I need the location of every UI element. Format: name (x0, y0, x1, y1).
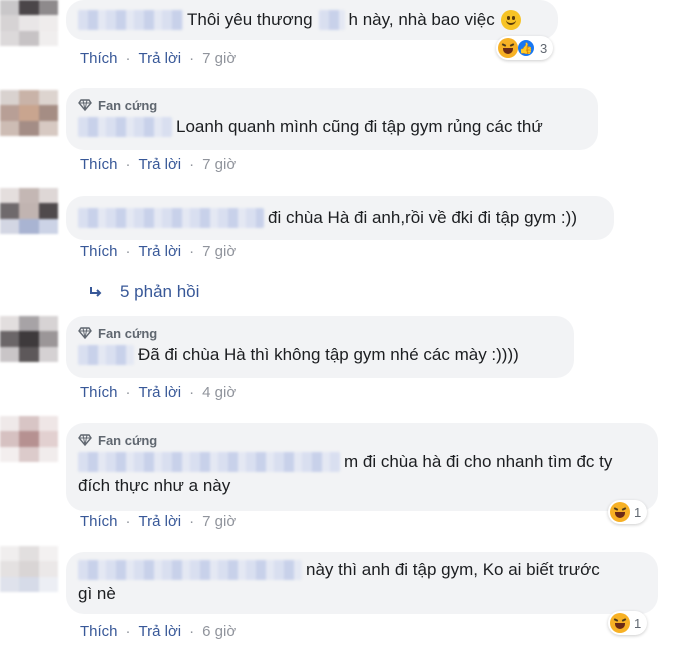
separator: · (189, 384, 195, 401)
comment-text: Đã đi chùa Hà thì không tập gym nhé các … (138, 345, 519, 364)
comment-bubble: Thôi yêu thương h này, nhà bao việc (66, 0, 558, 40)
fan-badge: Fan cứng (78, 323, 562, 343)
comment-text-line1: này thì anh đi tập gym, Ko ai biết trước (306, 560, 600, 579)
separator: · (125, 243, 131, 260)
reaction-summary[interactable]: 1 (608, 611, 648, 635)
reply-link[interactable]: Trả lời (139, 384, 182, 401)
reply-link[interactable]: Trả lời (139, 243, 182, 260)
reaction-count: 1 (634, 615, 642, 631)
comment-text-line1: m đi chùa hà đi cho nhanh tìm đc ty (344, 452, 613, 471)
view-replies-link[interactable]: 5 phản hồi (88, 282, 199, 302)
reaction-summary[interactable]: 1 (608, 500, 648, 524)
blurred-username[interactable] (78, 208, 264, 228)
separator: · (125, 50, 131, 67)
haha-reaction-icon (610, 502, 630, 522)
reply-link[interactable]: Trả lời (139, 513, 182, 530)
like-link[interactable]: Thích (80, 384, 118, 401)
separator: · (125, 623, 131, 640)
comment-text-after: h này, nhà bao việc (348, 10, 495, 29)
fan-badge: Fan cứng (78, 95, 586, 115)
diamond-icon (78, 327, 92, 340)
separator: · (189, 156, 195, 173)
replies-count: 5 phản hồi (120, 282, 200, 301)
reply-link[interactable]: Trả lời (139, 623, 182, 640)
timestamp[interactable]: 7 giờ (202, 156, 236, 173)
blurred-text (318, 10, 345, 30)
separator: · (189, 513, 195, 530)
reaction-count: 1 (634, 504, 642, 520)
badge-label: Fan cứng (98, 97, 158, 113)
blurred-username[interactable] (78, 345, 134, 365)
like-link[interactable]: Thích (80, 243, 118, 260)
timestamp[interactable]: 7 giờ (202, 243, 236, 260)
separator: · (125, 513, 131, 530)
comment-text: Loanh quanh mình cũng đi tập gym rủng cá… (176, 117, 543, 136)
avatar[interactable] (0, 90, 58, 136)
badge-label: Fan cứng (98, 432, 158, 448)
blurred-username[interactable] (78, 117, 172, 137)
blurred-username[interactable] (78, 560, 302, 580)
reply-link[interactable]: Trả lời (139, 156, 182, 173)
comment-text: đi chùa Hà đi anh,rồi về đki đi tập gym … (268, 208, 577, 227)
comment-bubble: này thì anh đi tập gym, Ko ai biết trước… (66, 552, 658, 614)
smile-emoji-icon (500, 10, 521, 30)
like-link[interactable]: Thích (80, 50, 118, 67)
avatar[interactable] (0, 0, 58, 46)
like-link[interactable]: Thích (80, 623, 118, 640)
separator: · (189, 623, 195, 640)
like-link[interactable]: Thích (80, 156, 118, 173)
diamond-icon (78, 434, 92, 447)
comment-bubble: đi chùa Hà đi anh,rồi về đki đi tập gym … (66, 196, 614, 240)
reply-arrow-icon (90, 287, 102, 297)
like-link[interactable]: Thích (80, 513, 118, 530)
comment-actions: Thích · Trả lời · 4 giờ (80, 384, 236, 401)
reaction-summary[interactable]: 👍 3 (496, 36, 554, 60)
separator: · (189, 243, 195, 260)
comment-bubble: Fan cứng Đã đi chùa Hà thì không tập gym… (66, 316, 574, 378)
fan-badge: Fan cứng (78, 430, 646, 450)
reaction-count: 3 (540, 40, 548, 56)
comment-bubble: Fan cứng Loanh quanh mình cũng đi tập gy… (66, 88, 598, 150)
haha-reaction-icon (498, 38, 518, 58)
separator: · (125, 156, 131, 173)
timestamp[interactable]: 7 giờ (202, 513, 236, 530)
avatar[interactable] (0, 188, 58, 234)
comment-actions: Thích · Trả lời · 6 giờ (80, 623, 236, 640)
comment-text-line2: đích thực như a này (78, 476, 231, 495)
haha-reaction-icon (610, 613, 630, 633)
timestamp[interactable]: 7 giờ (202, 50, 236, 67)
comment-actions: Thích · Trả lời · 7 giờ (80, 156, 236, 173)
timestamp[interactable]: 6 giờ (202, 623, 236, 640)
avatar[interactable] (0, 316, 58, 362)
avatar[interactable] (0, 546, 58, 592)
diamond-icon (78, 99, 92, 112)
blurred-username[interactable] (78, 10, 183, 30)
comment-actions: Thích · Trả lời · 7 giờ (80, 243, 236, 260)
timestamp[interactable]: 4 giờ (202, 384, 236, 401)
comment-actions: Thích · Trả lời · 7 giờ (80, 513, 236, 530)
separator: · (125, 384, 131, 401)
reply-link[interactable]: Trả lời (139, 50, 182, 67)
blurred-username[interactable] (78, 452, 340, 472)
comment-text-line2: gì nè (78, 584, 116, 603)
like-reaction-icon: 👍 (516, 38, 536, 58)
comment-text: Thôi yêu thương (187, 10, 313, 29)
badge-label: Fan cứng (98, 325, 158, 341)
comment-actions: Thích · Trả lời · 7 giờ (80, 50, 236, 67)
comment-bubble: Fan cứng m đi chùa hà đi cho nhanh tìm đ… (66, 423, 658, 511)
avatar[interactable] (0, 416, 58, 462)
separator: · (189, 50, 195, 67)
